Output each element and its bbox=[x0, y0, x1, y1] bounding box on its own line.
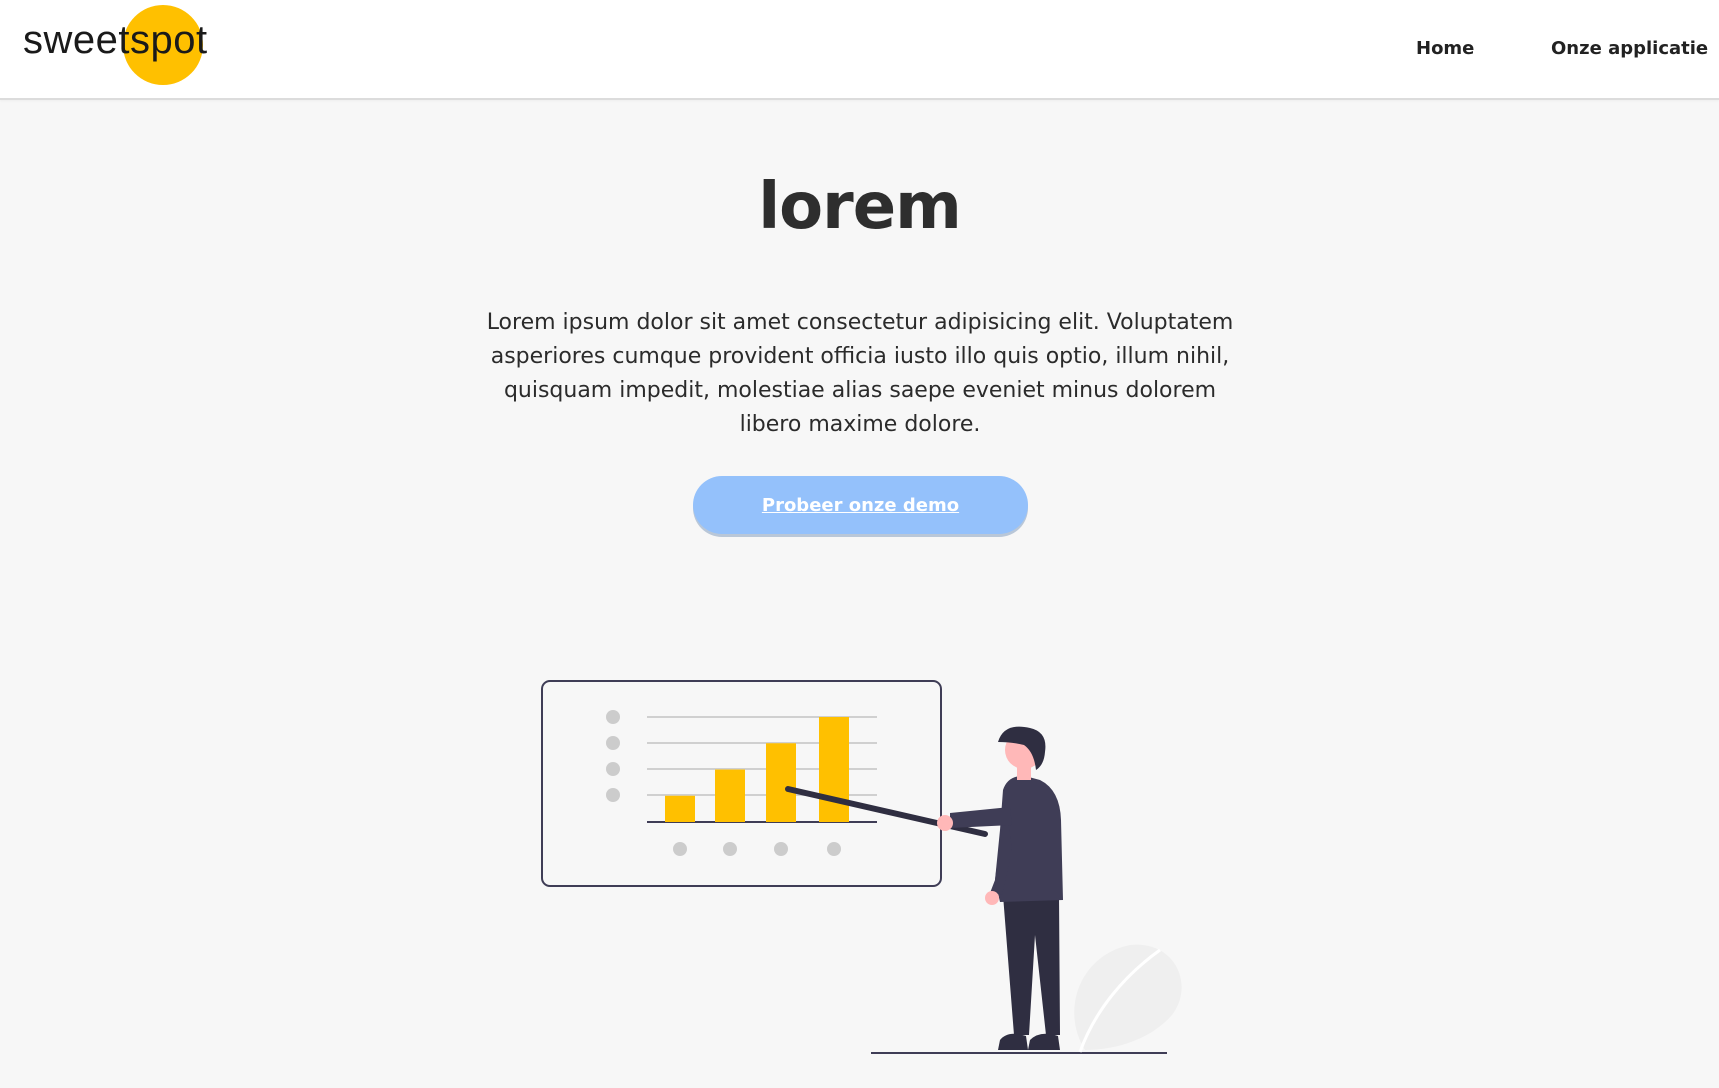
nav-link-home[interactable]: Home bbox=[1416, 38, 1474, 59]
chart-x-dots bbox=[673, 842, 841, 856]
chart-bar bbox=[665, 795, 695, 822]
logo-text: sweetspot bbox=[23, 18, 208, 62]
chart-bars bbox=[665, 717, 849, 822]
top-navbar: sweetspot Home Onze applicatie bbox=[0, 0, 1719, 100]
chart-board bbox=[541, 680, 942, 887]
presenter-figure bbox=[785, 726, 1063, 1050]
logo[interactable]: sweetspot bbox=[23, 4, 209, 85]
nav-link-onze-applicatie[interactable]: Onze applicatie bbox=[1551, 38, 1708, 59]
chart-gridlines bbox=[647, 716, 877, 796]
try-demo-label: Probeer onze demo bbox=[761, 494, 960, 516]
presentation-illustration bbox=[541, 680, 1182, 1054]
chart-bar bbox=[766, 743, 796, 822]
hero-title: lorem bbox=[758, 170, 962, 244]
chart-bar bbox=[715, 769, 745, 822]
chart-bar bbox=[819, 717, 849, 822]
chart-y-dots bbox=[606, 710, 620, 802]
hero-description: Lorem ipsum dolor sit amet consectetur a… bbox=[486, 310, 1234, 437]
try-demo-button[interactable]: Probeer onze demo bbox=[693, 476, 1028, 534]
plant-decoration bbox=[1074, 944, 1182, 1053]
